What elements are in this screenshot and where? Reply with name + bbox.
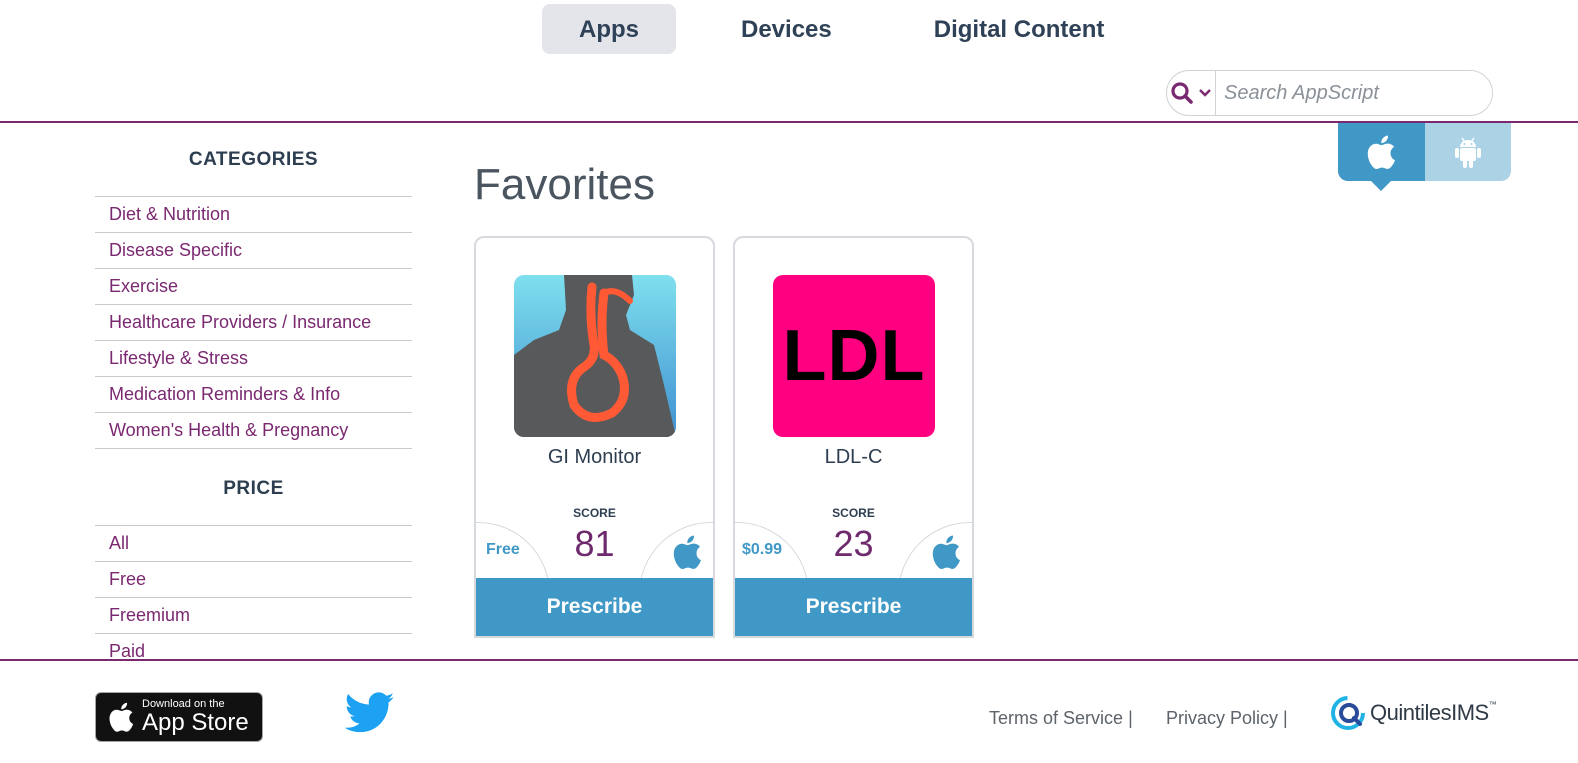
privacy-link[interactable]: Privacy Policy | [1166, 708, 1288, 729]
apple-icon [932, 535, 960, 569]
price-tag: $0.99 [742, 541, 783, 558]
price-list: All Free Freemium Paid [95, 525, 412, 670]
apple-icon [673, 535, 701, 569]
category-item[interactable]: Lifestyle & Stress [95, 341, 412, 377]
score-label: SCORE [832, 506, 875, 520]
terms-label: Terms of Service [989, 708, 1124, 728]
top-nav: Apps Devices Digital Content [542, 4, 1169, 54]
privacy-label: Privacy Policy [1166, 708, 1279, 728]
chevron-down-icon [1199, 89, 1211, 97]
android-icon [1454, 137, 1481, 168]
separator: | [1128, 708, 1133, 728]
twitter-icon[interactable] [345, 692, 395, 734]
platform-android-button[interactable] [1424, 123, 1511, 181]
categories-heading: CATEGORIES [188, 149, 319, 170]
page-title: Favorites [474, 160, 655, 209]
quintilesims-logo: QuintilesIMS™ [1330, 695, 1497, 731]
category-item[interactable]: Diet & Nutrition [95, 197, 412, 233]
brand-name: QuintilesIMS™ [1370, 700, 1497, 725]
tab-devices[interactable]: Devices [704, 4, 869, 54]
score-label: SCORE [573, 506, 616, 520]
app-card[interactable]: GI Monitor SCORE 81 Free Prescribe [474, 236, 715, 638]
search-bar [1166, 70, 1493, 116]
app-icon-gi-monitor [514, 275, 676, 437]
price-heading: PRICE [223, 478, 284, 499]
quintilesims-logo-mark [1331, 696, 1365, 730]
appstore-big-text: App Store [142, 709, 249, 736]
app-name: GI Monitor [547, 446, 642, 468]
search-scope-button[interactable] [1167, 71, 1216, 115]
app-icon-text: LDL [782, 316, 926, 396]
app-card[interactable]: LDL LDL-C SCORE 23 $0.99 Prescribe [733, 236, 974, 638]
footer-divider [0, 659, 1578, 661]
app-icon-ldl-c: LDL [773, 275, 935, 437]
category-item[interactable]: Disease Specific [95, 233, 412, 269]
category-item[interactable]: Women's Health & Pregnancy [95, 413, 412, 449]
price-item[interactable]: Free [95, 562, 412, 598]
platform-toggle [1338, 123, 1511, 191]
prescribe-button[interactable]: Prescribe [476, 578, 713, 636]
tab-digital-content[interactable]: Digital Content [897, 4, 1142, 54]
search-icon [1171, 82, 1193, 104]
category-item[interactable]: Medication Reminders & Info [95, 377, 412, 413]
tab-apps[interactable]: Apps [542, 4, 676, 54]
categories-list: Diet & Nutrition Disease Specific Exerci… [95, 196, 412, 449]
category-item[interactable]: Healthcare Providers / Insurance [95, 305, 412, 341]
price-item[interactable]: Freemium [95, 598, 412, 634]
category-item[interactable]: Exercise [95, 269, 412, 305]
separator: | [1283, 708, 1288, 728]
app-store-badge[interactable]: Download on the App Store [95, 692, 263, 742]
apple-icon [1368, 135, 1396, 169]
search-input[interactable] [1216, 71, 1492, 115]
apple-icon [109, 702, 134, 732]
price-tag: Free [486, 541, 520, 558]
prescribe-button[interactable]: Prescribe [735, 578, 972, 636]
terms-link[interactable]: Terms of Service | [989, 708, 1133, 729]
platform-ios-button[interactable] [1338, 123, 1425, 191]
price-item[interactable]: All [95, 526, 412, 562]
price-item[interactable]: Paid [95, 634, 412, 670]
app-name: LDL-C [824, 446, 883, 468]
sidebar: CATEGORIES Diet & Nutrition Disease Spec… [95, 140, 412, 670]
